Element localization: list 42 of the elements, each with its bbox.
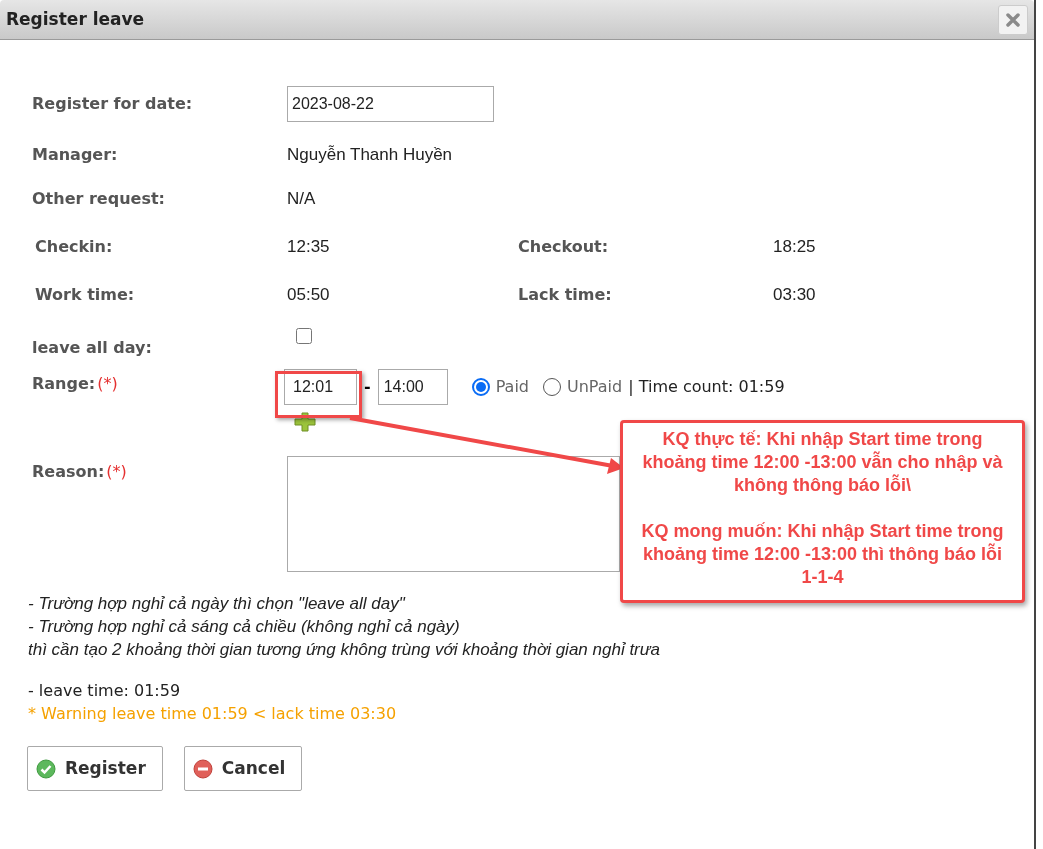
field-label: Range: [32,373,96,395]
field-label: Register for date: [32,94,193,113]
pay-radio[interactable]: Paid [471,375,529,399]
add-icon[interactable] [294,412,316,432]
start-time-input[interactable]: 12:01 [284,369,357,405]
date-input[interactable]: 2023-08-22 [287,86,494,122]
close-button[interactable] [998,4,1028,35]
field-value: 18:25 [773,236,816,259]
warning-text: * Warning leave time 01:59 < lack time 03:30 [28,703,398,725]
field-label: leave all day: [32,338,152,357]
leave-all-day-checkbox[interactable] [296,328,312,344]
field-label: Manager: [32,145,118,164]
cancel-button[interactable]: Cancel [183,746,303,791]
leave-time-text: - leave time: 01:59 [28,680,182,702]
field-label: Work time: [35,285,135,304]
annotation-text: KQ thực tế: Khi nhập Start time trong khoảng time 12:00 -13:00 vẫn cho nhập và không thông báo lỗi\ [641,428,1004,497]
pay-radio[interactable]: UnPaid [543,375,623,399]
required-mark: (*) [106,461,127,483]
field-label: Other request: [32,189,165,208]
range-separator: - [364,376,371,398]
reason-textarea[interactable] [287,456,620,572]
field-value: N/A [287,188,316,211]
end-time-input[interactable]: 14:00 [377,369,448,405]
required-mark: (*) [97,373,118,395]
note-text: thì cần tạo 2 khoảng thời gian tương ứng không trùng với khoảng thời gian nghỉ trưa [28,639,661,661]
field-label: Checkout: [518,237,609,256]
note-text: - Trường hợp nghỉ cả sáng cả chiều (không nghỉ cả ngày) [28,616,461,638]
field-value: 12:35 [287,237,330,257]
close-icon [1006,12,1020,27]
note-text: - Trường hợp nghỉ cả ngày thì chọn "leave all day" [28,593,407,615]
field-value: 03:30 [773,284,816,307]
field-label: Checkin: [35,237,113,256]
field-label: Reason: [32,461,105,483]
minus-icon [192,758,213,779]
window-title: Register leave [6,7,145,31]
field-value: Nguyễn Thanh Huyền [287,144,453,167]
annotation-text: KQ mong muốn: Khi nhập Start time trong khoảng time 12:00 -13:00 thì thông báo lỗi 1-1-4 [640,520,1005,589]
register-button[interactable]: Register [27,746,163,791]
time-count: | Time count: 01:59 [628,376,785,398]
field-value: 05:50 [287,285,330,305]
field-label: Lack time: [518,285,612,304]
check-icon [36,758,56,779]
